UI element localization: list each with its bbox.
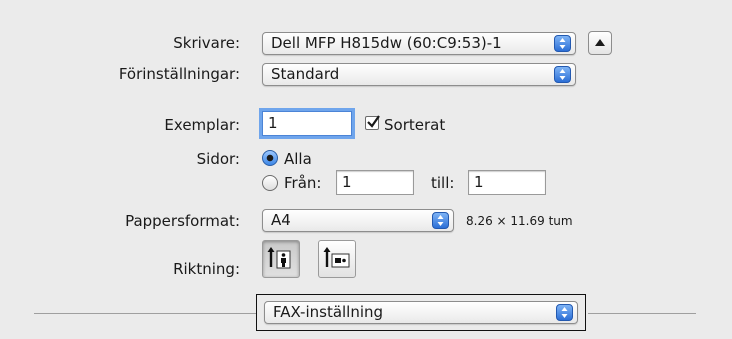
pages-to-label: till: [431, 174, 455, 192]
paper-size-label: Pappersformat: [125, 212, 240, 230]
orientation-portrait-button[interactable] [262, 240, 300, 278]
pages-from-field[interactable]: 1 [336, 170, 414, 195]
paper-size-value: A4 [271, 211, 291, 229]
popup-arrows-icon [554, 66, 571, 83]
pages-to-field[interactable]: 1 [468, 170, 546, 195]
checkmark-icon [367, 115, 380, 128]
presets-value: Standard [271, 65, 340, 83]
landscape-icon [323, 247, 350, 268]
printer-value: Dell MFP H815dw (60:C9:53)-1 [271, 34, 502, 52]
portrait-icon [267, 247, 291, 269]
disclosure-up-icon [595, 39, 605, 46]
collapse-details-button[interactable] [588, 31, 612, 55]
paper-size-popup[interactable]: A4 [262, 209, 454, 232]
printer-label: Skrivare: [173, 34, 240, 52]
collate-label: Sorterat [384, 116, 446, 134]
orientation-landscape-button[interactable] [318, 240, 356, 278]
copies-label: Exemplar: [164, 116, 240, 134]
popup-arrows-icon [556, 304, 573, 321]
section-divider-right [588, 313, 696, 314]
paper-dimensions: 8.26 × 11.69 tum [466, 214, 573, 228]
presets-label: Förinställningar: [118, 65, 240, 83]
collate-checkbox[interactable] [365, 115, 380, 130]
printer-popup[interactable]: Dell MFP H815dw (60:C9:53)-1 [262, 32, 576, 55]
popup-arrows-icon [554, 35, 571, 52]
section-value: FAX-inställning [273, 303, 384, 321]
orientation-label: Riktning: [173, 260, 240, 278]
popup-arrows-icon [432, 212, 449, 229]
pages-all-radio[interactable] [262, 150, 278, 166]
pages-all-label: Alla [284, 150, 312, 168]
section-popup[interactable]: FAX-inställning [264, 301, 578, 324]
copies-field[interactable]: 1 [262, 111, 352, 136]
pages-from-label: Från: [284, 174, 322, 192]
presets-popup[interactable]: Standard [262, 63, 576, 86]
pages-label: Sidor: [196, 150, 240, 168]
section-divider-left [34, 313, 256, 314]
pages-range-radio[interactable] [262, 175, 278, 191]
